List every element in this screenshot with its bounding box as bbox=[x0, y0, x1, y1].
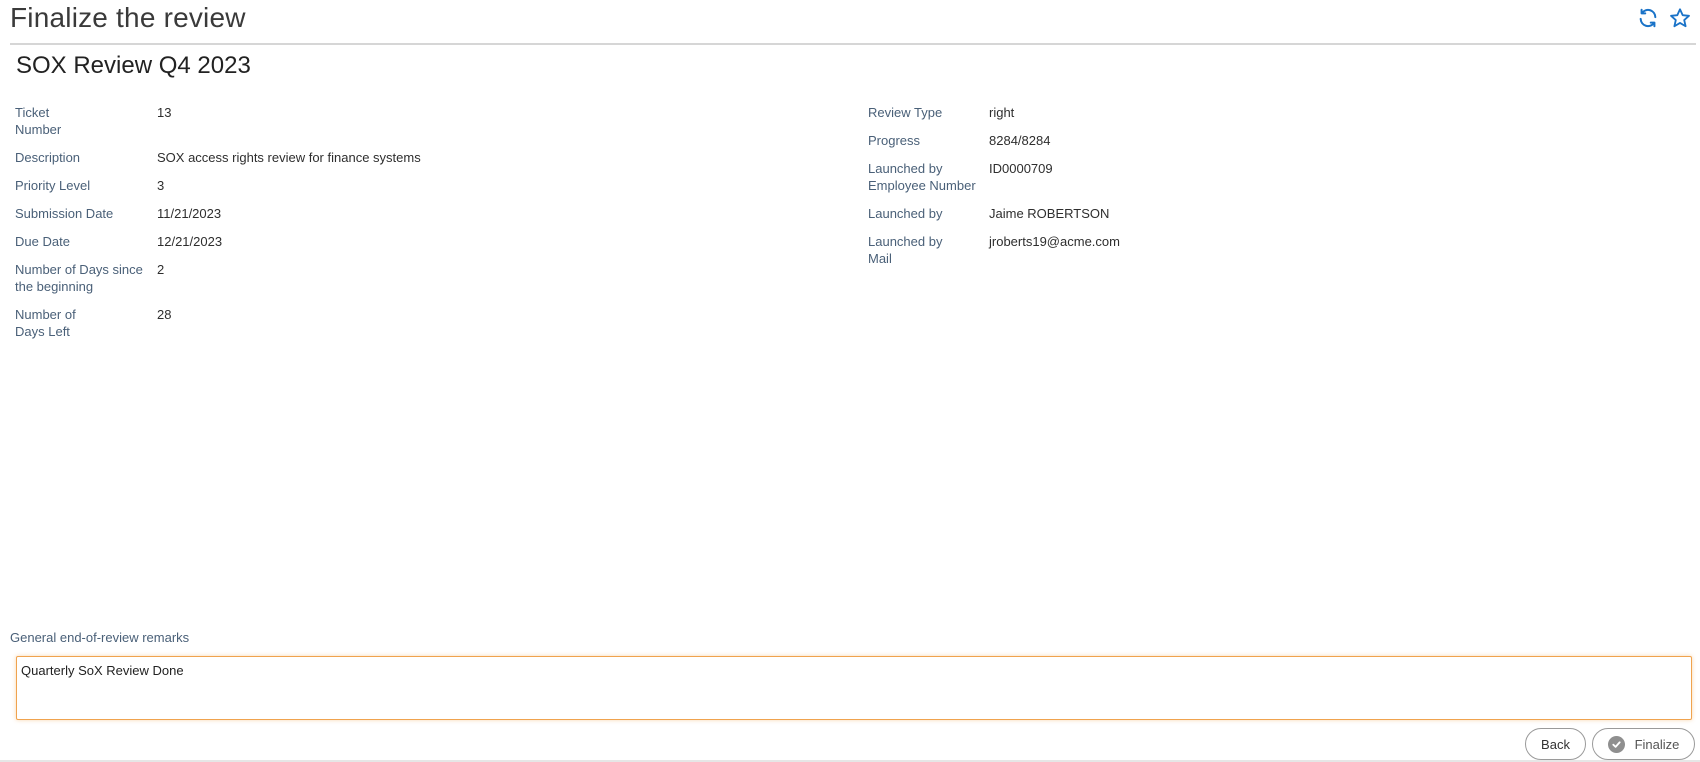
review-details-right: Review Type right Progress 8284/8284 Lau… bbox=[868, 104, 1120, 278]
remarks-textarea[interactable]: Quarterly SoX Review Done bbox=[16, 656, 1692, 720]
field-label: Number of Days since the beginning bbox=[15, 262, 143, 294]
field-label: Progress bbox=[868, 133, 921, 148]
field-value: ID0000709 bbox=[989, 161, 1053, 176]
header-divider bbox=[10, 43, 1696, 45]
field-launched-by: Launched by Jaime ROBERTSON bbox=[868, 205, 1120, 222]
field-label: Submission Date bbox=[15, 206, 114, 221]
field-value: 13 bbox=[157, 105, 172, 120]
field-value: Jaime ROBERTSON bbox=[989, 206, 1110, 221]
field-label: Ticket Number bbox=[15, 105, 62, 137]
back-button[interactable]: Back bbox=[1525, 728, 1586, 760]
field-value: 8284/8284 bbox=[989, 133, 1051, 148]
star-icon[interactable] bbox=[1668, 6, 1692, 30]
field-days-left: Number of Days Left 28 bbox=[15, 306, 421, 340]
field-ticket-number: Ticket Number 13 bbox=[15, 104, 421, 138]
field-label: Launched by bbox=[868, 206, 943, 221]
field-description: Description SOX access rights review for… bbox=[15, 149, 421, 166]
field-label: Launched by Employee Number bbox=[868, 161, 976, 193]
refresh-icon[interactable] bbox=[1636, 6, 1660, 30]
review-name: SOX Review Q4 2023 bbox=[16, 52, 251, 79]
review-details-left: Ticket Number 13 Description SOX access … bbox=[15, 104, 421, 351]
field-value: 12/21/2023 bbox=[157, 234, 223, 249]
field-label: Due Date bbox=[15, 234, 70, 249]
page-title: Finalize the review bbox=[10, 2, 246, 33]
field-submission-date: Submission Date 11/21/2023 bbox=[15, 205, 421, 222]
header-toolbar bbox=[1636, 6, 1692, 30]
field-label: Description bbox=[15, 150, 81, 165]
field-value: SOX access rights review for finance sys… bbox=[157, 150, 421, 165]
field-due-date: Due Date 12/21/2023 bbox=[15, 233, 421, 250]
field-launched-by-mail: Launched by Mail jroberts19@acme.com bbox=[868, 233, 1120, 267]
field-launched-by-employee-number: Launched by Employee Number ID0000709 bbox=[868, 160, 1120, 194]
field-label: Review Type bbox=[868, 105, 943, 120]
field-value: 28 bbox=[157, 307, 172, 322]
field-days-since-beginning: Number of Days since the beginning 2 bbox=[15, 261, 421, 295]
remarks-label: General end-of-review remarks bbox=[10, 630, 190, 645]
field-value: jroberts19@acme.com bbox=[989, 234, 1120, 249]
field-review-type: Review Type right bbox=[868, 104, 1120, 121]
field-priority-level: Priority Level 3 bbox=[15, 177, 421, 194]
field-value: 2 bbox=[157, 262, 165, 277]
check-circle-icon bbox=[1607, 735, 1625, 753]
field-value: right bbox=[989, 105, 1015, 120]
field-label: Launched by Mail bbox=[868, 234, 943, 266]
finalize-label: Finalize bbox=[1634, 736, 1680, 752]
field-label: Number of Days Left bbox=[15, 307, 76, 339]
finalize-button[interactable]: Finalize bbox=[1592, 728, 1695, 760]
field-progress: Progress 8284/8284 bbox=[868, 132, 1120, 149]
field-label: Priority Level bbox=[15, 178, 91, 193]
field-value: 3 bbox=[157, 178, 165, 193]
field-value: 11/21/2023 bbox=[157, 206, 222, 221]
